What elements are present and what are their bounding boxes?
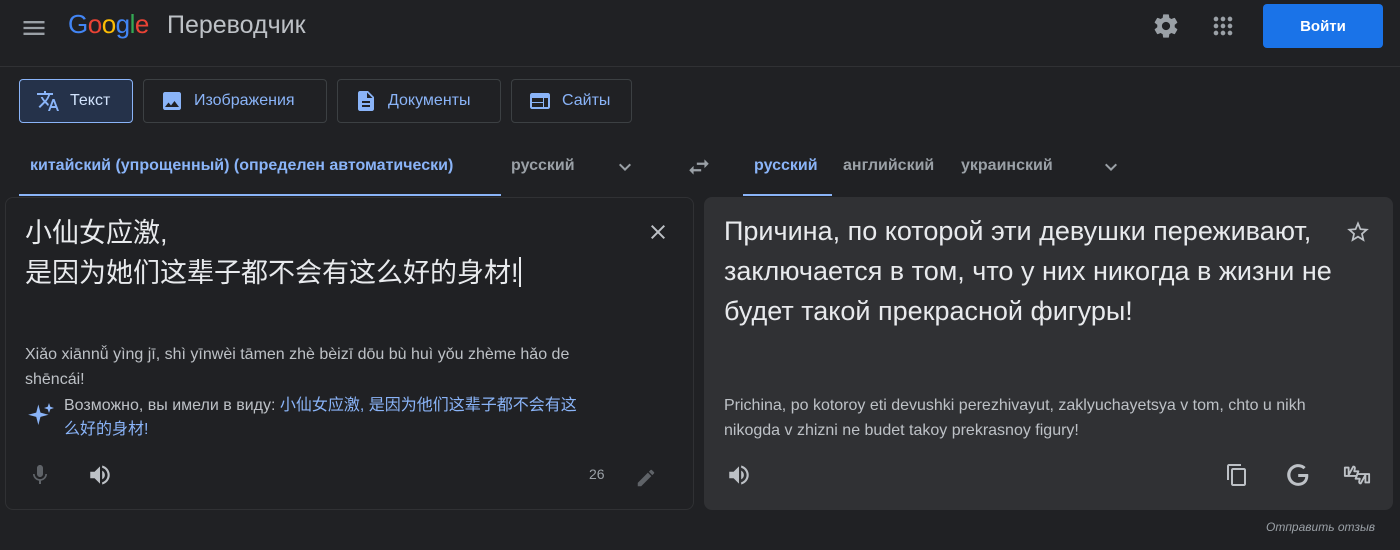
apps-grid-icon[interactable] [1209,12,1237,40]
clear-source-close-icon[interactable] [644,218,672,246]
sparkle-icon [25,402,55,432]
logo-letter: o [87,9,102,39]
swap-languages-icon[interactable] [685,153,713,181]
main-menu-icon[interactable] [20,14,48,42]
text-cursor [518,257,521,287]
source-text-input[interactable]: 小仙女应激, 是因为她们这辈子都不会有这么好的身材! [25,213,521,293]
did-you-mean-link-line: 小仙女应激, 是因为他们这辈子都不会有这 [279,397,577,414]
source-text-line: 是因为她们这辈子都不会有这么好的身材! [25,258,519,288]
save-star-icon[interactable] [1344,218,1372,246]
mode-text-label: Текст [70,92,111,109]
target-lang-russian[interactable]: русский [754,148,818,196]
source-listen-speaker-icon[interactable] [86,461,114,489]
target-lang-more-chevron-down-icon[interactable] [1097,153,1125,181]
target-lang-underline [743,194,832,196]
source-transliteration-line: Xiǎo xiānnǚ yìng jī, shì yīnwèi tāmen zh… [25,346,570,363]
character-count: 26 [589,466,605,482]
translation-transliteration: Prichina, po kotoroy eti devushki perezh… [724,397,1306,439]
google-logo[interactable]: Google [68,9,149,40]
source-lang-detected[interactable]: китайский (упрощенный) (определен автома… [30,148,453,196]
source-lang-more-chevron-down-icon[interactable] [611,153,639,181]
target-lang-ukrainian[interactable]: украинский [961,148,1053,196]
translation-text: Причина, по которой эти девушки пережива… [724,216,1332,326]
login-button[interactable]: Войти [1263,4,1383,48]
mode-websites-label: Сайты [562,92,611,109]
google-g-icon[interactable] [1284,461,1312,489]
logo-letter: G [68,9,88,39]
edit-pencil-icon[interactable] [632,464,660,492]
translate-icon [36,89,60,113]
website-icon [528,89,552,113]
logo-letter: g [115,9,130,39]
send-feedback-link[interactable]: Отправить отзыв [1266,520,1375,534]
source-text-line: 小仙女应激, [25,218,168,248]
source-lang-russian[interactable]: русский [511,148,575,196]
mode-text-button[interactable]: Текст [19,79,133,123]
logo-letter: o [101,9,116,39]
did-you-mean: Возможно, вы имели в виду: 小仙女应激, 是因为他们这… [64,394,644,442]
mode-websites-button[interactable]: Сайты [511,79,632,123]
mode-documents-button[interactable]: Документы [337,79,501,123]
document-icon [354,89,378,113]
mode-documents-label: Документы [388,92,471,109]
mode-images-button[interactable]: Изображения [143,79,327,123]
source-transliteration-line: shēncái! [25,371,85,388]
header-divider [0,66,1400,67]
did-you-mean-link-line: 么好的身材! [64,421,149,438]
settings-gear-icon[interactable] [1152,12,1180,40]
mode-images-label: Изображения [194,92,295,109]
target-lang-english[interactable]: английский [843,148,934,196]
logo-letter: e [134,9,149,39]
image-icon [160,89,184,113]
microphone-icon[interactable] [26,461,54,489]
source-lang-underline [19,194,501,196]
rate-translation-thumbs-icon[interactable] [1343,461,1371,489]
copy-icon[interactable] [1223,461,1251,489]
source-transliteration: Xiǎo xiānnǚ yìng jī, shì yīnwèi tāmen zh… [25,342,569,392]
translation-listen-speaker-icon[interactable] [725,461,753,489]
did-you-mean-prefix: Возможно, вы имели в виду: [64,397,276,414]
product-name: Переводчик [167,11,306,39]
